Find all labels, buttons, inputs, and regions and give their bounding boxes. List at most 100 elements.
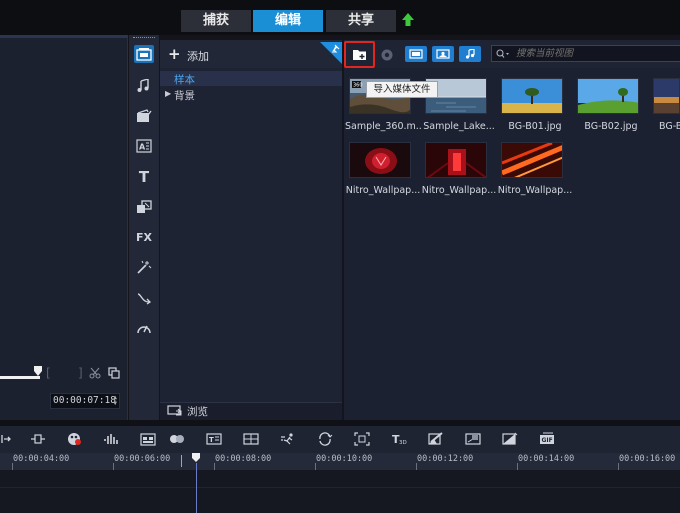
- media-item[interactable]: BG-B01.jpg: [497, 78, 573, 132]
- toolbar-grip: [133, 37, 155, 40]
- ruler-tick: [517, 463, 518, 470]
- lens-correction-icon[interactable]: [465, 432, 481, 446]
- music-filter-icon: [465, 49, 475, 59]
- scissors-icon[interactable]: [89, 367, 101, 379]
- thumbnail-bg-b03: [653, 78, 680, 114]
- add-folder-icon[interactable]: +: [168, 46, 181, 62]
- media-icon[interactable]: [134, 45, 154, 63]
- expand-arrow-icon[interactable]: ▶: [165, 89, 171, 98]
- transition-icon[interactable]: [134, 198, 154, 216]
- ruler-tick: [113, 463, 114, 470]
- media-item-label: Nitro_Wallpap...: [497, 185, 573, 196]
- mask-icon[interactable]: [169, 432, 185, 446]
- import-tooltip: 导入媒体文件: [366, 81, 438, 98]
- ruler-tick-label: 00:00:04:00: [13, 454, 70, 464]
- subtitle-icon[interactable]: T: [206, 432, 222, 446]
- playhead-handle-icon[interactable]: [191, 453, 201, 463]
- tab-edit[interactable]: 编辑: [253, 10, 323, 32]
- pin-icon[interactable]: [320, 42, 342, 64]
- multi-camera-icon[interactable]: [140, 432, 156, 446]
- browse-button[interactable]: 浏览: [187, 404, 208, 419]
- audio-waveform-icon[interactable]: [103, 432, 119, 446]
- fit-track-icon[interactable]: [0, 432, 16, 446]
- media-item-label: BG-B01.jpg: [508, 121, 562, 132]
- ruler-tick: [416, 463, 417, 470]
- media-item[interactable]: BG-B02.jpg: [573, 78, 649, 132]
- 3d-title-icon[interactable]: T 3D: [391, 432, 407, 446]
- mark-in-button[interactable]: [: [46, 366, 51, 380]
- svg-text:3D: 3D: [399, 440, 407, 446]
- ruler-tick: [618, 463, 619, 470]
- svg-text:360: 360: [353, 83, 363, 89]
- media-item[interactable]: Nitro_Wallpap...: [497, 142, 573, 196]
- gear-icon[interactable]: [379, 47, 395, 63]
- pan-zoom-icon[interactable]: [354, 432, 370, 446]
- photo-filter-icon: [436, 49, 450, 59]
- path-icon[interactable]: [134, 289, 154, 307]
- thumbnail-nitro-1: [349, 142, 411, 178]
- audio-icon[interactable]: [134, 77, 154, 95]
- upload-icon[interactable]: [401, 12, 415, 28]
- timeline-tracks[interactable]: [0, 470, 680, 513]
- ruler-tick: [315, 463, 316, 470]
- media-item-label: Nitro_Wallpap...: [345, 185, 421, 196]
- media-item[interactable]: Nitro_Wallpap...: [421, 142, 497, 196]
- timecode-spinner-icon[interactable]: ▲ ▼: [113, 395, 117, 407]
- instant-project-icon[interactable]: [134, 107, 154, 125]
- search-box[interactable]: [491, 45, 680, 62]
- fx-icon[interactable]: FX: [134, 228, 154, 246]
- ruler-marker: [181, 455, 182, 467]
- folder-item-sample-label: 样本: [174, 74, 195, 86]
- split-screen-icon[interactable]: [243, 432, 259, 446]
- import-media-button[interactable]: [344, 41, 375, 68]
- color-correction-icon[interactable]: [428, 432, 444, 446]
- svg-text:A: A: [139, 143, 146, 152]
- ruler-tick: [12, 463, 13, 470]
- svg-text:GIF: GIF: [542, 437, 553, 444]
- media-item-label: BG-B02.jpg: [584, 121, 638, 132]
- svg-text:T: T: [209, 436, 214, 444]
- loop-icon[interactable]: [317, 432, 333, 446]
- speedometer-icon[interactable]: [134, 319, 154, 337]
- ruler-tick: [214, 463, 215, 470]
- scrubber-handle-icon[interactable]: [33, 365, 43, 377]
- import-folder-icon: [352, 50, 366, 60]
- tab-capture[interactable]: 捕获: [181, 10, 251, 32]
- gif-icon[interactable]: GIF: [539, 432, 555, 446]
- playhead-line[interactable]: [196, 463, 197, 513]
- media-item[interactable]: BG-B: [649, 78, 680, 132]
- timeline-toolbar: [0, 426, 680, 453]
- timeline-zoom-icon[interactable]: [30, 432, 46, 446]
- add-folder-button[interactable]: 添加: [187, 48, 209, 64]
- timecode-value: 00:00:07:18: [53, 395, 116, 406]
- thumbnail-bg-b01: [501, 78, 563, 114]
- show-photos-filter[interactable]: [432, 46, 454, 62]
- preview-panel: [0, 35, 128, 420]
- motion-tracking-icon[interactable]: [280, 432, 296, 446]
- search-input[interactable]: [516, 48, 676, 59]
- video-filter-icon: [409, 49, 423, 59]
- folder-item-background[interactable]: 背景: [174, 88, 195, 103]
- snapshot-icon[interactable]: [108, 367, 120, 379]
- browse-folder-icon[interactable]: [167, 405, 183, 416]
- show-videos-filter[interactable]: [405, 46, 427, 62]
- ruler-tick-label: 00:00:12:00: [417, 454, 474, 464]
- text-icon[interactable]: T: [134, 168, 154, 186]
- mark-out-button[interactable]: ]: [78, 366, 83, 380]
- ruler-tick-label: 00:00:06:00: [114, 454, 171, 464]
- ruler-tick-label: 00:00:10:00: [316, 454, 373, 464]
- thumbnail-bg-b02: [577, 78, 639, 114]
- media-item-label: BG-B: [659, 121, 680, 132]
- media-item-label: Sample_360.m...: [345, 121, 421, 132]
- thumbnail-nitro-2: [425, 142, 487, 178]
- title-icon[interactable]: A: [134, 137, 154, 155]
- ruler-tick-label: 00:00:08:00: [215, 454, 272, 464]
- tab-share[interactable]: 共享: [326, 10, 396, 32]
- media-item[interactable]: Nitro_Wallpap...: [345, 142, 421, 196]
- show-audio-filter[interactable]: [459, 46, 481, 62]
- stabilize-icon[interactable]: [502, 432, 518, 446]
- record-icon[interactable]: [67, 432, 83, 446]
- preview-header: [0, 35, 128, 38]
- timecode-field[interactable]: 00:00:07:18 ▲ ▼: [50, 393, 120, 409]
- magic-wand-icon[interactable]: [134, 258, 154, 276]
